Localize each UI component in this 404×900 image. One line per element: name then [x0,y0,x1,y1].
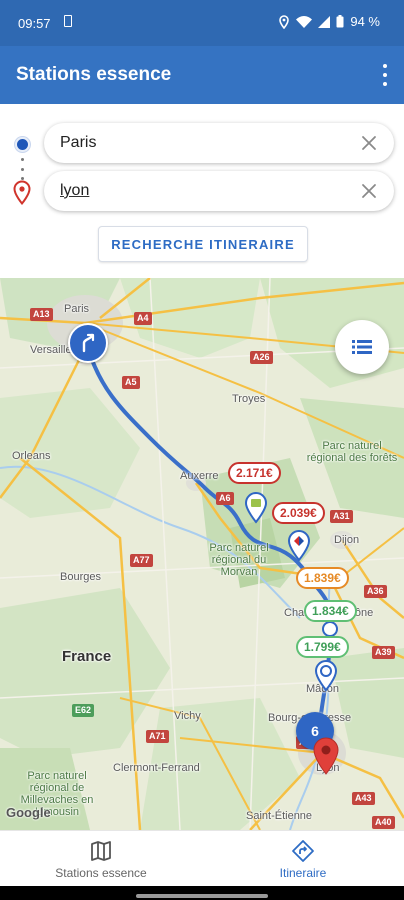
destination-marker-icon[interactable] [313,737,339,775]
origin-input[interactable] [60,123,330,163]
fuel-station-marker[interactable] [314,660,338,692]
nav-itineraire-tab[interactable]: Itineraire [202,831,404,887]
price-tag[interactable]: 2.039€ [272,502,325,524]
nav-stations-tab[interactable]: Stations essence [0,831,202,887]
place-label: Dijon [334,534,360,546]
road-label: A39 [372,646,395,659]
road-label: A4 [134,312,152,325]
price-tag[interactable]: 1.834€ [304,600,357,622]
map-icon [91,841,111,861]
place-label: Auxerre [180,470,219,482]
list-view-button[interactable] [335,320,389,374]
status-icons: 94 % [278,14,380,29]
wifi-icon [296,15,313,28]
directions-icon [292,840,314,862]
app-screen: 09:57 94 % Stations essence RECHER [0,0,404,900]
clear-origin-icon[interactable] [360,134,378,152]
road-label: A5 [122,376,140,389]
location-icon [279,14,290,29]
road-label: A43 [352,792,375,805]
status-bar: 09:57 94 % [0,0,404,46]
place-label: France [62,648,112,665]
origin-field [44,123,394,163]
status-time: 09:57 [18,16,51,31]
fuel-station-marker[interactable] [244,492,268,524]
road-label: A13 [30,308,53,321]
more-vert-icon[interactable] [380,64,390,86]
clear-destination-icon[interactable] [360,182,378,200]
road-label: A77 [130,554,153,567]
road-label: A36 [364,585,387,598]
destination-input[interactable] [60,171,330,211]
park-label: Parc naturel régional des forêts [306,440,398,464]
google-attribution: Google [6,805,51,820]
road-label: A31 [330,510,353,523]
price-tag[interactable]: 1.799€ [296,636,349,658]
road-label: A26 [250,351,273,364]
app-bar: Stations essence [0,46,404,104]
road-label: A40 [372,816,395,829]
sim-icon [64,15,72,27]
road-label: A71 [146,730,169,743]
signal-icon [318,15,331,28]
route-search-panel: RECHERCHE ITINERAIRE [0,104,404,278]
list-icon [352,340,372,354]
battery-percent: 94 % [350,14,380,29]
nav-label: Itineraire [279,866,327,880]
origin-dot-icon [15,137,30,152]
place-label: Troyes [232,393,266,405]
place-label: Orleans [12,450,51,462]
park-label: Parc naturel régional du Morvan [209,542,269,578]
place-label: Clermont-Ferrand [113,762,200,774]
map-view[interactable]: Paris Versailles Troyes Orleans Auxerre … [0,278,404,830]
price-tag[interactable]: 1.839€ [296,567,349,589]
price-tag[interactable]: 2.171€ [228,462,281,484]
bottom-navigation: Stations essence Itineraire [0,830,404,886]
place-label: Saint-Étienne [246,810,313,822]
fuel-station-marker[interactable] [287,530,311,562]
place-label: Paris [64,303,90,315]
road-label: E62 [72,704,95,717]
app-title: Stations essence [16,64,172,85]
destination-pin-icon [13,180,31,206]
nav-label: Stations essence [55,866,147,880]
directions-icon [82,333,95,353]
route-connector-icon [20,158,24,180]
gesture-handle[interactable] [136,894,268,898]
origin-marker[interactable] [68,323,108,363]
battery-icon [336,15,344,28]
search-route-button[interactable]: RECHERCHE ITINERAIRE [98,226,308,262]
destination-field [44,171,394,211]
place-label: Vichy [174,710,201,722]
road-label: A6 [216,492,234,505]
place-label: Bourges [60,571,101,583]
